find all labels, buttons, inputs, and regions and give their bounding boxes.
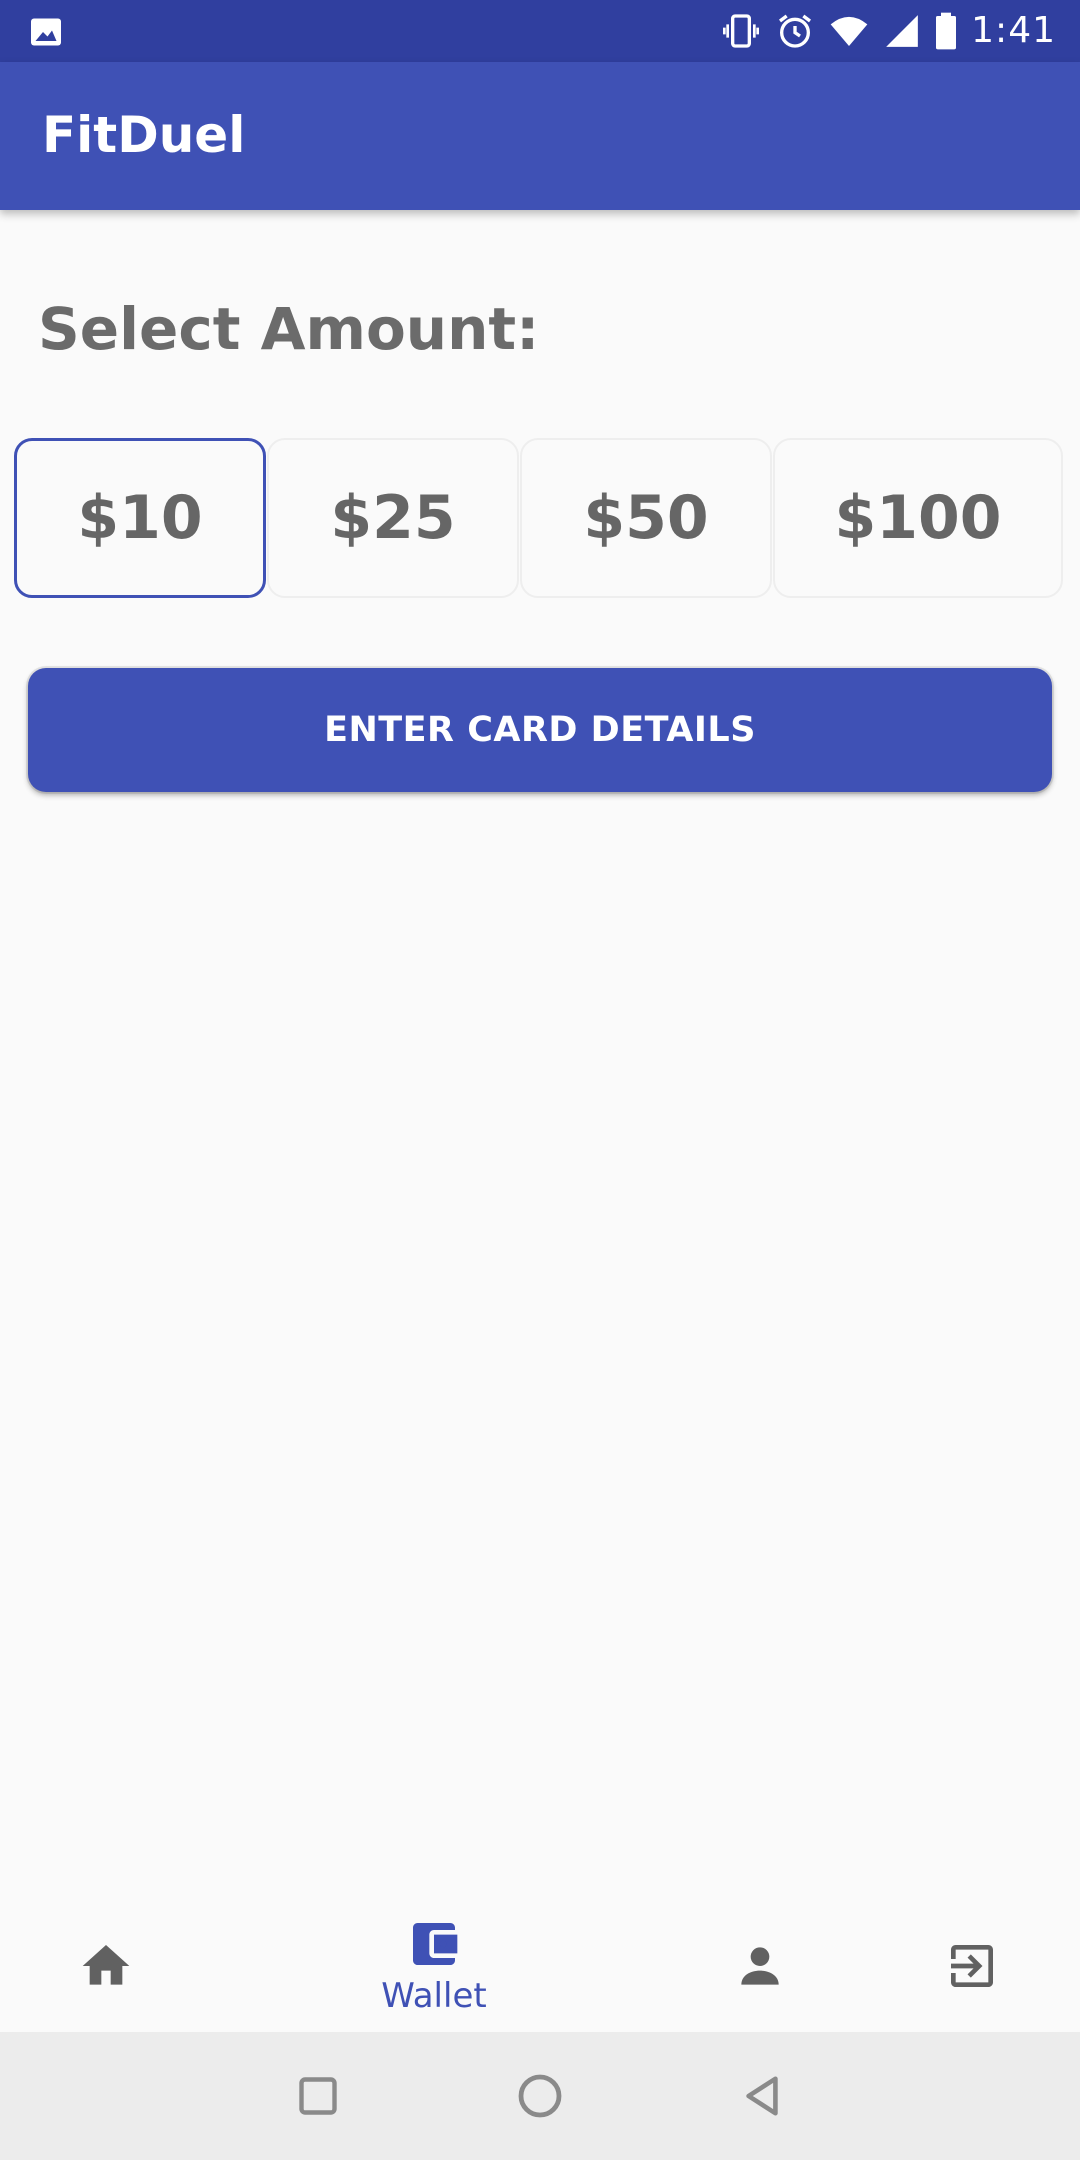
square-icon	[299, 2077, 337, 2115]
nav-profile[interactable]	[710, 1900, 810, 2032]
person-icon	[741, 1947, 779, 1985]
back-triangle-icon	[746, 2076, 778, 2116]
select-amount-label: Select Amount:	[38, 295, 540, 363]
recents-button[interactable]	[288, 2066, 348, 2126]
app-title: FitDuel	[42, 106, 246, 164]
wallet-icon	[413, 1923, 458, 1965]
system-navigation-bar	[0, 2032, 1080, 2160]
home-icon	[82, 1945, 130, 1985]
circle-icon	[518, 2074, 562, 2118]
enter-card-details-button[interactable]: ENTER CARD DETAILS	[28, 668, 1052, 792]
vibrate-icon	[723, 14, 760, 48]
battery-icon	[936, 12, 957, 50]
signal-icon	[886, 15, 918, 47]
amount-option-50[interactable]: $50	[520, 438, 772, 598]
status-bar: 1:41	[0, 0, 1080, 62]
nav-wallet[interactable]: Wallet	[334, 1900, 534, 2032]
app-bar: FitDuel	[0, 62, 1080, 210]
image-icon	[31, 18, 61, 46]
wifi-icon	[830, 16, 868, 46]
home-system-button[interactable]	[510, 2066, 570, 2126]
alarm-icon	[779, 14, 812, 48]
nav-wallet-label: Wallet	[381, 1976, 487, 2016]
nav-logout[interactable]	[922, 1900, 1022, 2032]
nav-home[interactable]	[56, 1900, 156, 2032]
amount-option-10[interactable]: $10	[14, 438, 266, 598]
amount-option-100[interactable]: $100	[773, 438, 1063, 598]
back-button[interactable]	[732, 2066, 792, 2126]
status-time: 1:41	[971, 10, 1056, 51]
exit-icon	[951, 1945, 993, 1987]
bottom-navigation: Wallet	[0, 1900, 1080, 2032]
amount-option-25[interactable]: $25	[267, 438, 519, 598]
